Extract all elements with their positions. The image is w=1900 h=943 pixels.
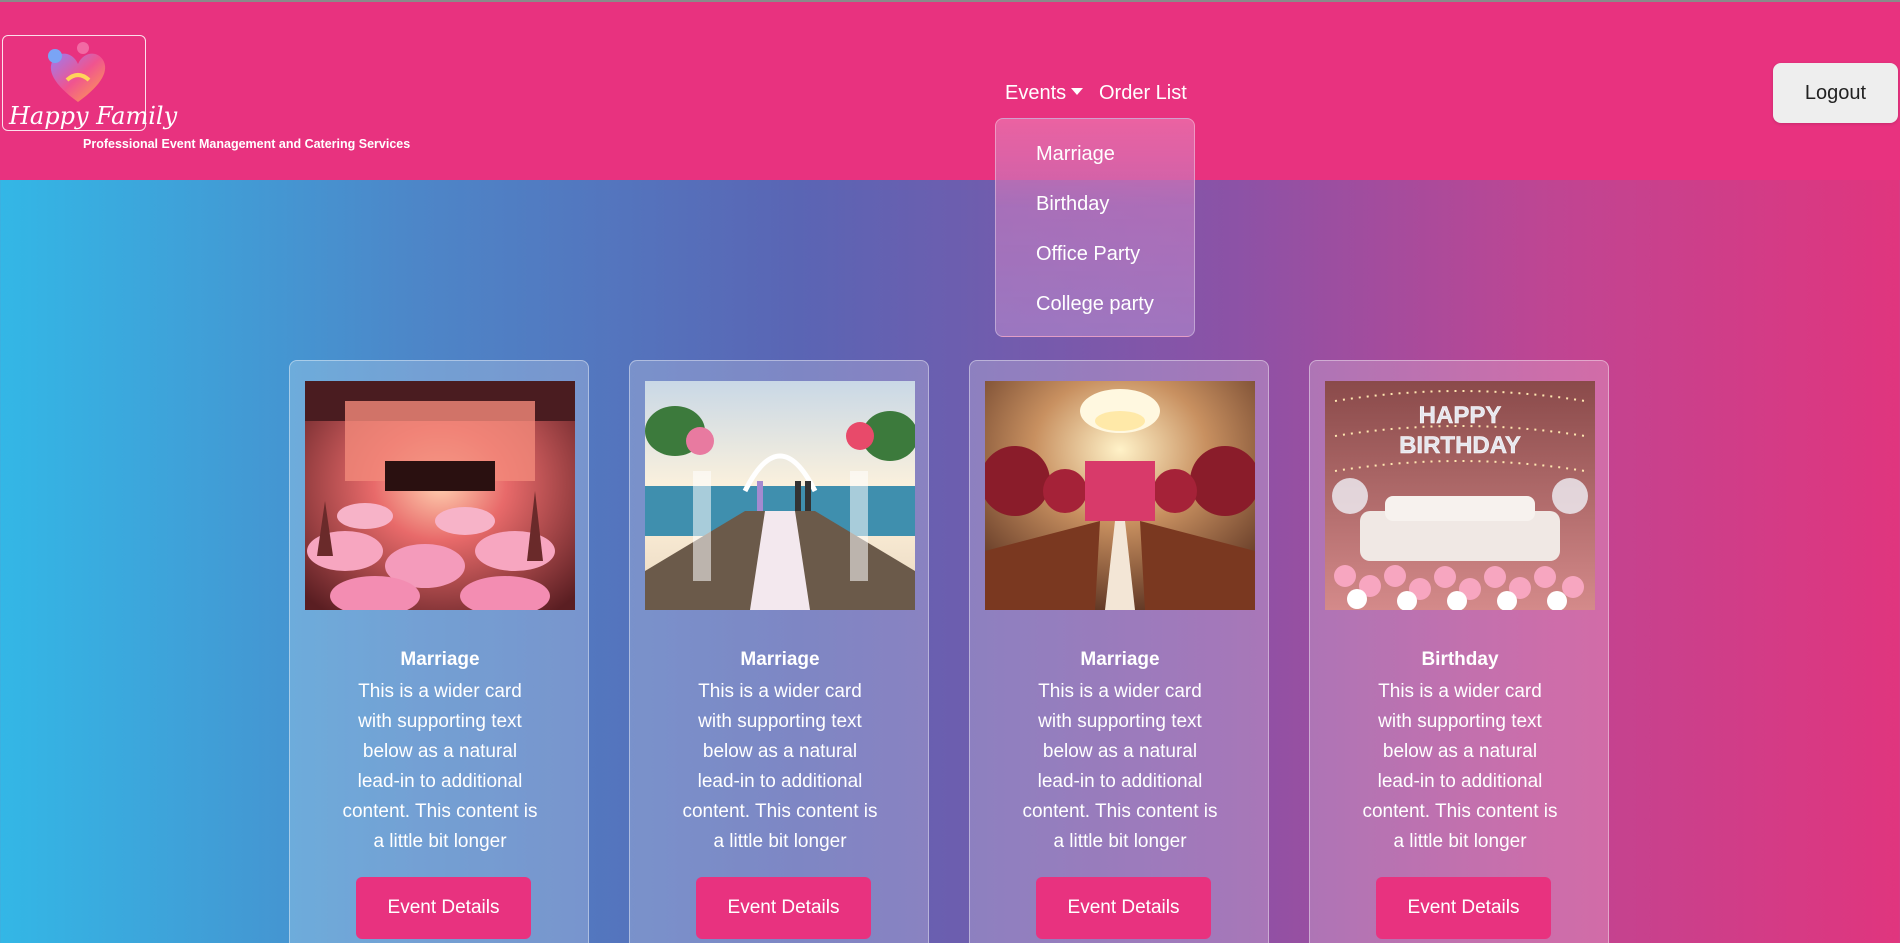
event-details-button[interactable]: Event Details (696, 877, 871, 939)
nav-order-list[interactable]: Order List (1099, 82, 1187, 105)
card-text: This is a wider card with supporting tex… (1022, 681, 1218, 852)
heart-family-logo-icon (48, 42, 106, 102)
card-text: This is a wider card with supporting tex… (682, 681, 878, 852)
svg-text:HAPPY: HAPPY (1419, 402, 1502, 429)
event-details-button[interactable]: Event Details (1036, 877, 1211, 939)
event-card-birthday: HAPPY BIRTHDAY Birthday This is a wider … (1309, 360, 1609, 943)
logout-button[interactable]: Logout (1773, 63, 1898, 123)
nav-events-label: Events (1005, 82, 1067, 104)
menu-item-birthday[interactable]: Birthday (1036, 193, 1109, 216)
menu-item-college-party[interactable]: College party (1036, 293, 1154, 316)
top-navbar: Happy Family Professional Event Manageme… (0, 0, 1900, 180)
chandelier-wedding-photo (985, 381, 1255, 610)
brand-name: Happy Family (9, 102, 178, 130)
caret-down-icon (1071, 88, 1084, 95)
wedding-hall-photo (305, 381, 575, 610)
menu-item-marriage[interactable]: Marriage (1036, 143, 1115, 166)
card-title: Marriage (400, 649, 480, 670)
event-card-marriage-2: Marriage This is a wider card with suppo… (629, 360, 929, 943)
card-title: Marriage (1080, 649, 1160, 670)
card-title: Birthday (1421, 649, 1499, 670)
event-details-button[interactable]: Event Details (1376, 877, 1551, 939)
birthday-balloons-photo: HAPPY BIRTHDAY (1325, 381, 1595, 610)
card-title: Marriage (740, 649, 820, 670)
card-text: This is a wider card with supporting tex… (1362, 681, 1558, 852)
beach-wedding-photo (645, 381, 915, 610)
nav-events-dropdown[interactable]: Events (1005, 82, 1084, 105)
event-details-button[interactable]: Event Details (356, 877, 531, 939)
svg-text:BIRTHDAY: BIRTHDAY (1399, 432, 1521, 459)
event-card-marriage-3: Marriage This is a wider card with suppo… (969, 360, 1269, 943)
menu-item-office-party[interactable]: Office Party (1036, 243, 1140, 266)
brand-logo[interactable]: Happy Family (2, 35, 177, 131)
events-dropdown-menu: Marriage Birthday Office Party College p… (995, 118, 1195, 337)
card-text: This is a wider card with supporting tex… (342, 681, 538, 852)
event-card-marriage-1: Marriage This is a wider card with suppo… (289, 360, 589, 943)
brand-tagline: Professional Event Management and Cateri… (83, 137, 411, 151)
